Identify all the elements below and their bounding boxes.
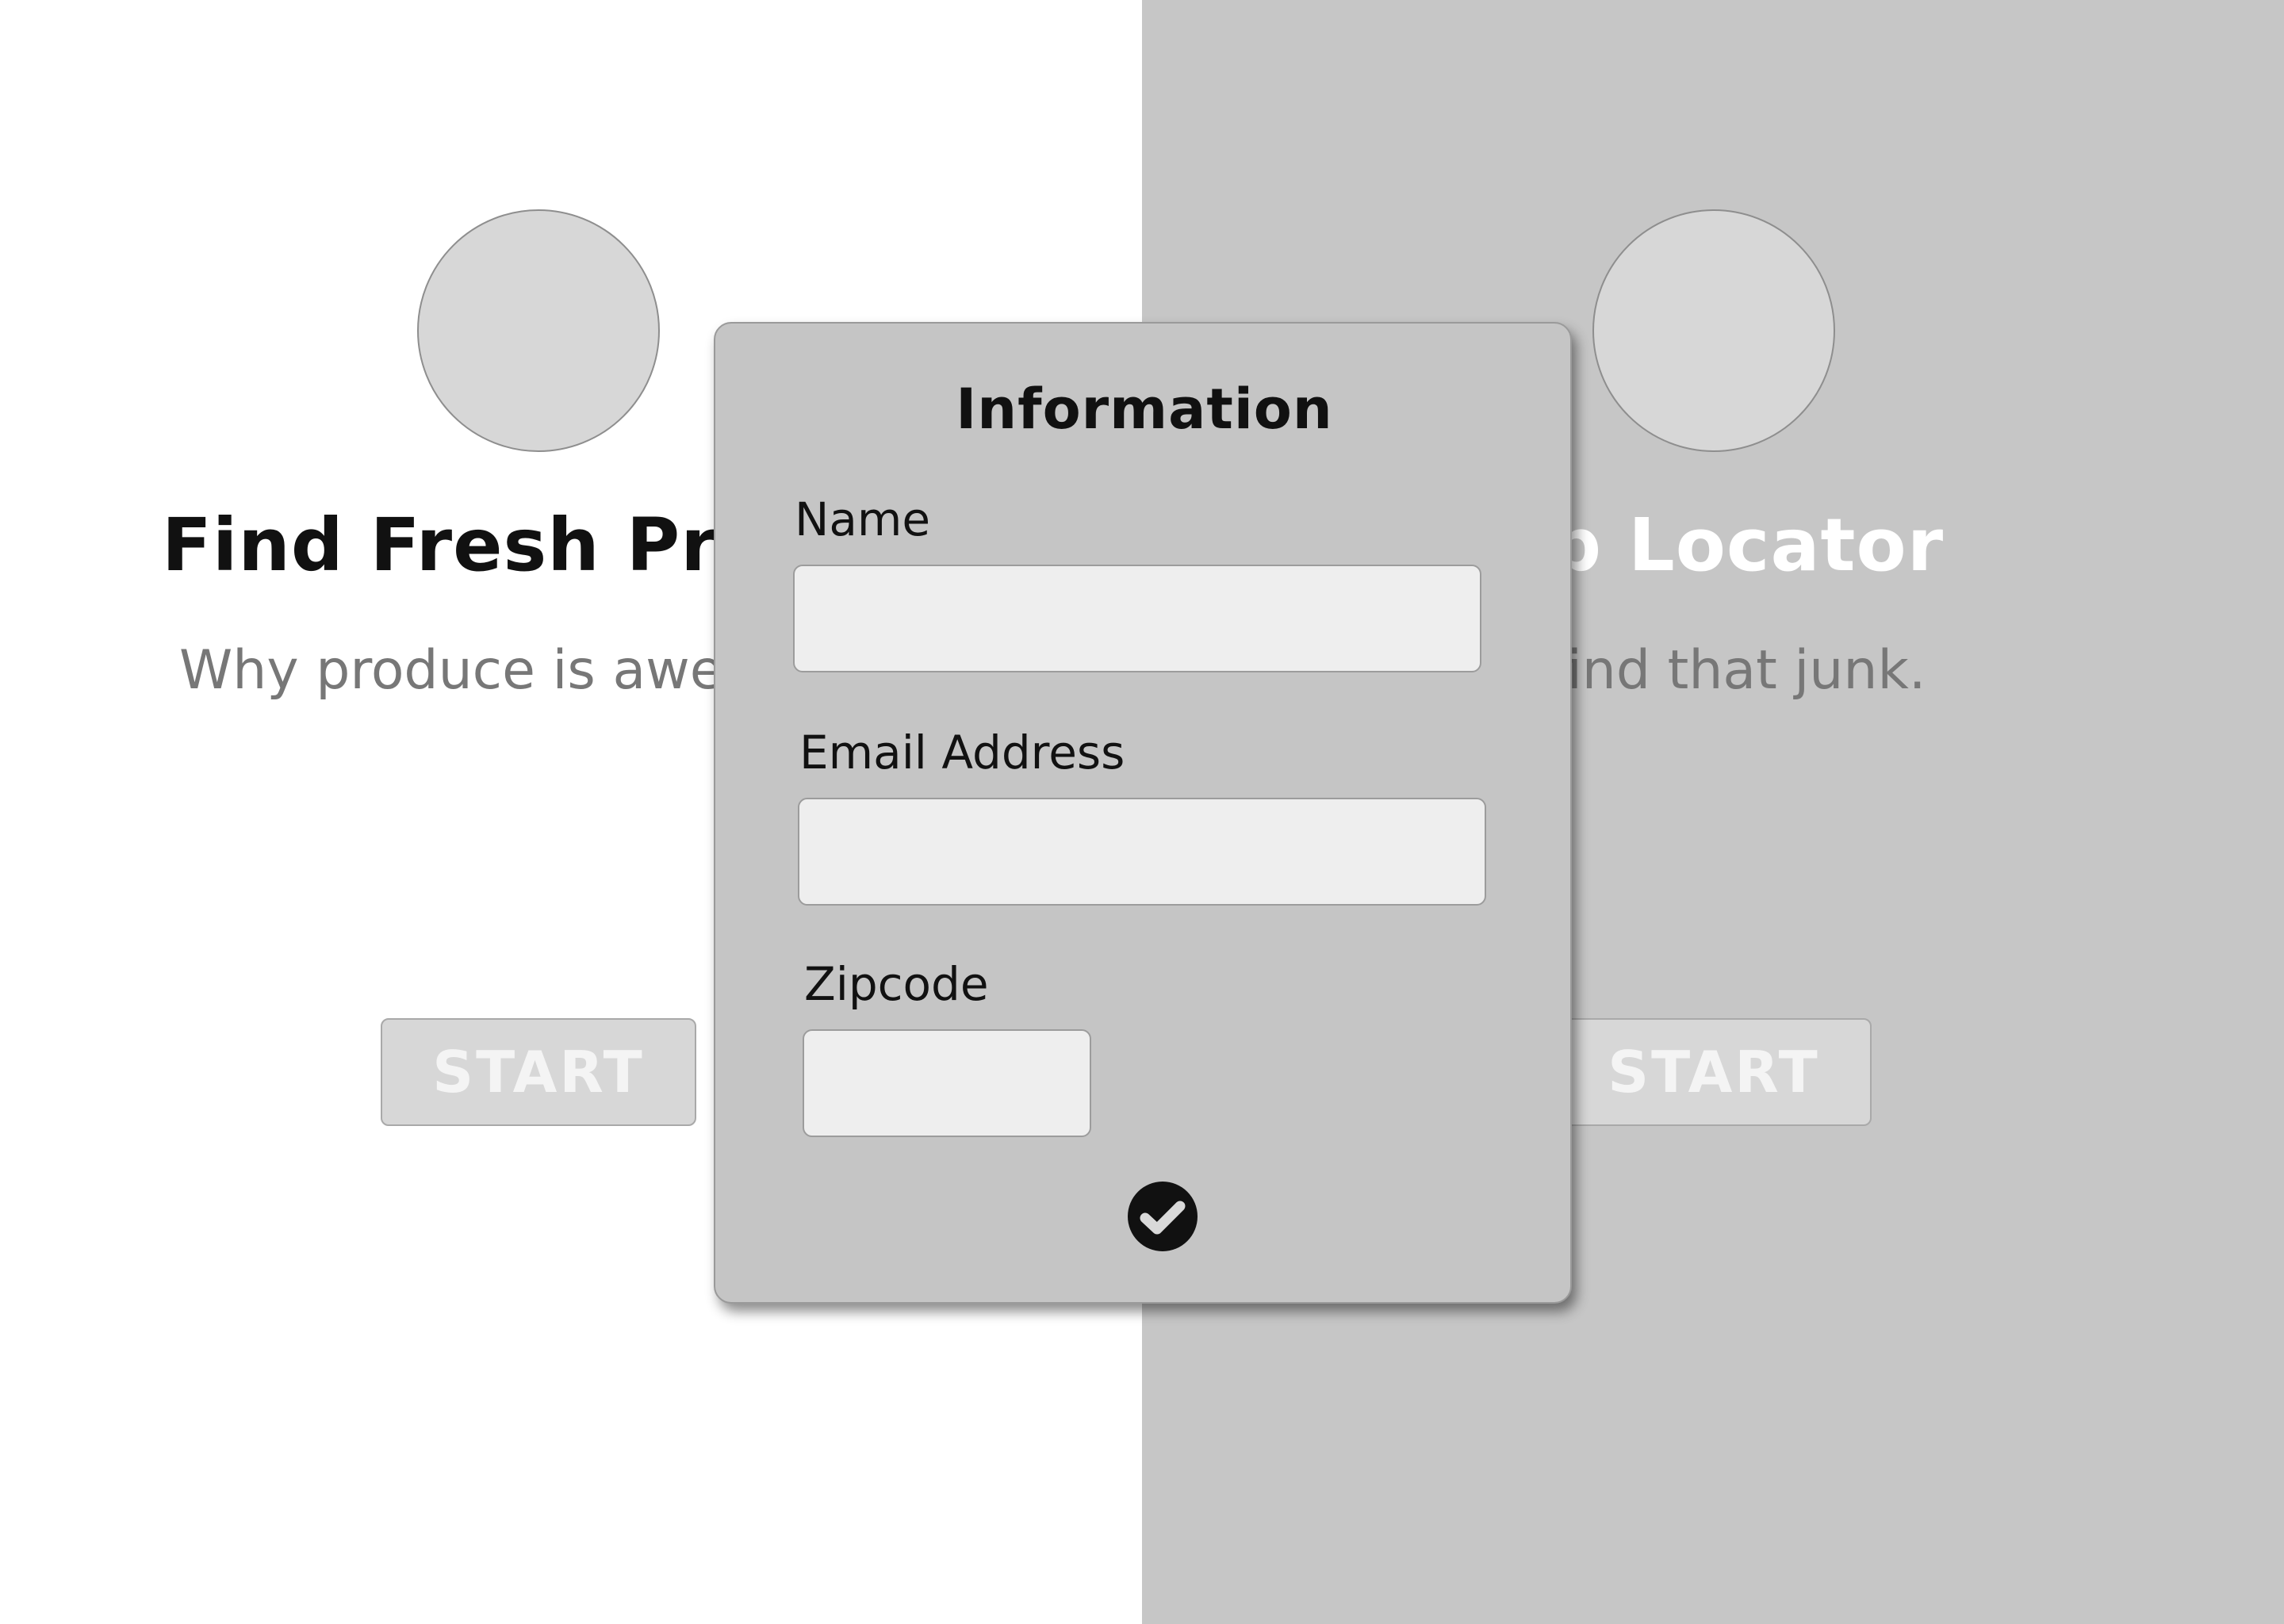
information-modal: Information Name Email Address Zipcode — [714, 322, 1572, 1304]
zipcode-label: Zipcode — [804, 957, 989, 1011]
left-start-button[interactable]: START — [381, 1018, 696, 1126]
email-input[interactable] — [798, 798, 1486, 906]
right-card-image-placeholder — [1592, 209, 1835, 452]
left-card-image-placeholder — [417, 209, 660, 452]
modal-title: Information — [956, 377, 1333, 442]
name-input[interactable] — [793, 565, 1481, 672]
email-label: Email Address — [799, 726, 1125, 779]
page: Find Fresh Produce Swamp Locator Why pro… — [0, 0, 2284, 1624]
name-label: Name — [795, 492, 931, 546]
zipcode-input[interactable] — [803, 1029, 1091, 1137]
check-circle-icon — [1140, 1201, 1186, 1235]
confirm-button[interactable] — [1128, 1182, 1198, 1251]
right-start-button[interactable]: START — [1556, 1018, 1872, 1126]
